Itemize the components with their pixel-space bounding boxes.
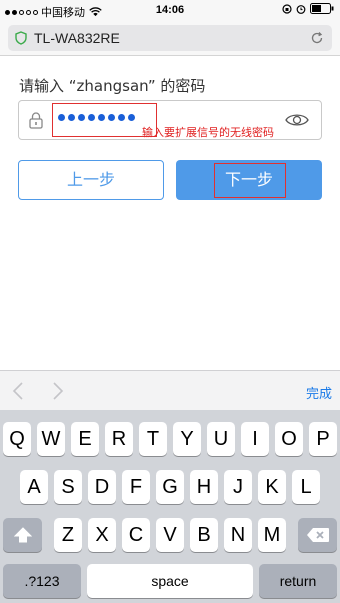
key-f[interactable]: F xyxy=(122,470,150,504)
shift-key[interactable] xyxy=(3,518,42,552)
chevron-right-icon[interactable] xyxy=(52,382,64,400)
key-j[interactable]: J xyxy=(224,470,252,504)
key-s[interactable]: S xyxy=(54,470,82,504)
key-o[interactable]: O xyxy=(275,422,303,456)
status-bar: 中国移动 14:06 xyxy=(0,0,340,20)
space-key[interactable]: space xyxy=(87,564,253,598)
key-c[interactable]: C xyxy=(122,518,150,552)
key-a[interactable]: A xyxy=(20,470,48,504)
status-right xyxy=(282,3,334,14)
reload-icon[interactable] xyxy=(310,31,324,45)
key-r[interactable]: R xyxy=(105,422,133,456)
status-left: 中国移动 xyxy=(5,4,102,20)
key-m[interactable]: M xyxy=(258,518,286,552)
next-step-label: 下一步 xyxy=(224,170,273,189)
shield-icon xyxy=(15,31,27,45)
return-key[interactable]: return xyxy=(259,564,337,598)
alarm-icon xyxy=(296,4,306,14)
key-y[interactable]: Y xyxy=(173,422,201,456)
key-v[interactable]: V xyxy=(156,518,184,552)
backspace-icon xyxy=(306,528,329,542)
key-z[interactable]: Z xyxy=(54,518,82,552)
next-step-button[interactable]: 下一步 xyxy=(176,160,322,200)
key-d[interactable]: D xyxy=(88,470,116,504)
password-dot xyxy=(108,114,115,121)
password-dot xyxy=(58,114,65,121)
keyboard-accessory-bar: 完成 xyxy=(0,370,340,410)
password-prompt-label: 请输入 “zhangsan” 的密码 xyxy=(19,77,206,95)
signal-strength-icon xyxy=(5,9,38,15)
key-b[interactable]: B xyxy=(190,518,218,552)
key-t[interactable]: T xyxy=(139,422,167,456)
eye-icon[interactable] xyxy=(285,112,309,128)
key-h[interactable]: H xyxy=(190,470,218,504)
battery-icon xyxy=(310,3,334,14)
password-dot xyxy=(118,114,125,121)
key-i[interactable]: I xyxy=(241,422,269,456)
password-dot xyxy=(78,114,85,121)
key-w[interactable]: W xyxy=(37,422,65,456)
password-dot xyxy=(98,114,105,121)
key-l[interactable]: L xyxy=(292,470,320,504)
lock-icon xyxy=(29,112,43,129)
key-e[interactable]: E xyxy=(71,422,99,456)
key-n[interactable]: N xyxy=(224,518,252,552)
shift-icon xyxy=(13,527,32,543)
password-dot xyxy=(128,114,135,121)
keyboard: .?123 space return QWERTYUIOP ASDFGHJKL ZX… xyxy=(0,410,340,603)
password-dot xyxy=(88,114,95,121)
carrier-name: 中国移动 xyxy=(41,6,85,19)
prev-step-button[interactable]: 上一步 xyxy=(18,160,164,200)
delete-key[interactable] xyxy=(298,518,337,552)
key-g[interactable]: G xyxy=(156,470,184,504)
key-p[interactable]: P xyxy=(309,422,337,456)
rotation-lock-icon xyxy=(282,3,292,14)
done-button[interactable]: 完成 xyxy=(306,383,332,402)
password-dot xyxy=(68,114,75,121)
wifi-icon xyxy=(89,7,102,17)
key-u[interactable]: U xyxy=(207,422,235,456)
chevron-left-icon[interactable] xyxy=(12,382,24,400)
browser-toolbar: TL-WA832RE xyxy=(0,20,340,56)
address-bar[interactable]: TL-WA832RE xyxy=(8,25,332,51)
key-x[interactable]: X xyxy=(88,518,116,552)
key-k[interactable]: K xyxy=(258,470,286,504)
numbers-key[interactable]: .?123 xyxy=(3,564,81,598)
annotation-text: 输入要扩展信号的无线密码 xyxy=(142,126,274,139)
password-mask xyxy=(58,114,135,121)
url-text: TL-WA832RE xyxy=(34,30,120,46)
key-q[interactable]: Q xyxy=(3,422,31,456)
